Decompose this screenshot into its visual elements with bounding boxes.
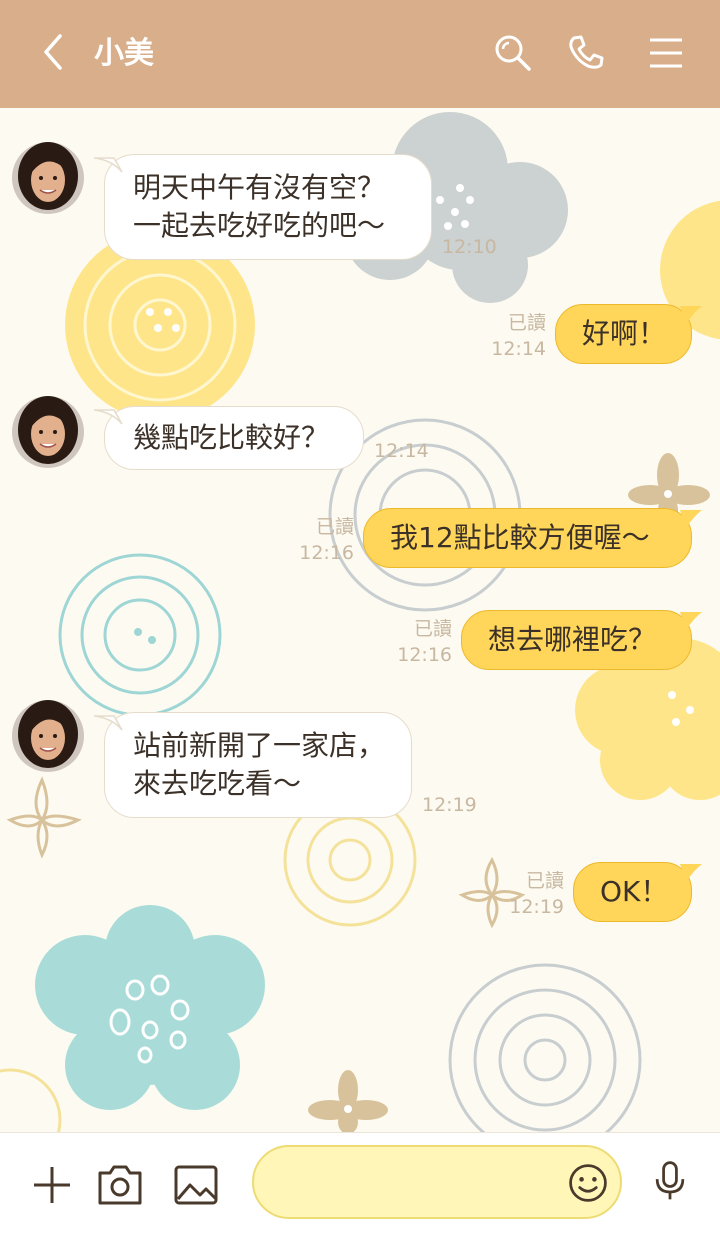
bubble-tail (94, 409, 123, 425)
message-text-line: 幾點吃比較好？ (133, 421, 330, 454)
menu-icon[interactable] (646, 32, 686, 72)
image-icon[interactable] (172, 1163, 220, 1207)
bubble-tail (94, 715, 123, 731)
bubble-tail (680, 612, 702, 630)
message-text-line: 明天中午有沒有空？ (133, 171, 386, 204)
message-timestamp: 12:10 (442, 236, 497, 258)
message-timestamp: 12:19 (422, 794, 477, 816)
message-timestamp: 12:16 (397, 644, 452, 666)
chat-title: 小美 (94, 36, 154, 71)
message-timestamp: 12:19 (509, 896, 564, 918)
bubble-tail (680, 306, 702, 324)
message-timestamp: 12:16 (299, 542, 354, 564)
camera-icon[interactable] (96, 1163, 144, 1207)
back-chevron-icon[interactable] (34, 32, 74, 72)
read-receipt: 已讀 (525, 870, 564, 892)
microphone-icon[interactable] (646, 1159, 694, 1203)
phone-icon[interactable] (566, 32, 606, 72)
bubble-tail (680, 864, 702, 882)
incoming-message-bubble[interactable]: 站前新開了一家店， 來去吃吃看〜 (104, 712, 412, 818)
outgoing-message-bubble[interactable]: OK！ (573, 862, 692, 922)
message-toolbar (0, 1132, 720, 1233)
bubble-tail (94, 157, 123, 173)
outgoing-message-bubble[interactable]: 我12點比較方便喔〜 (363, 508, 692, 568)
outgoing-message-bubble[interactable]: 好啊！ (555, 304, 692, 364)
read-receipt: 已讀 (413, 618, 452, 640)
read-receipt: 已讀 (507, 312, 546, 334)
incoming-message-bubble[interactable]: 明天中午有沒有空？ 一起去吃好吃的吧〜 (104, 154, 432, 260)
contact-avatar[interactable] (12, 700, 84, 772)
message-timestamp: 12:14 (374, 440, 429, 462)
contact-avatar[interactable] (12, 396, 84, 468)
message-text-line: 來去吃吃看〜 (133, 767, 302, 800)
bubble-tail (680, 510, 702, 528)
message-text-line: 站前新開了一家店， (133, 729, 386, 762)
search-icon[interactable] (492, 32, 532, 72)
message-text-line: 一起去吃好吃的吧〜 (133, 209, 386, 242)
gray-outline-flower-bottom (448, 963, 642, 1132)
message-timestamp: 12:14 (491, 338, 546, 360)
teal-flat-flower (35, 905, 265, 1110)
emoji-icon[interactable] (564, 1161, 612, 1205)
plus-icon[interactable] (28, 1163, 76, 1207)
contact-avatar[interactable] (12, 142, 84, 214)
chat-header: 小美 (0, 0, 720, 108)
outgoing-message-bubble[interactable]: 想去哪裡吃？ (461, 610, 692, 670)
incoming-message-bubble[interactable]: 幾點吃比較好？ (104, 406, 364, 470)
read-receipt: 已讀 (315, 516, 354, 538)
beige-outline-star-flower (6, 776, 82, 859)
